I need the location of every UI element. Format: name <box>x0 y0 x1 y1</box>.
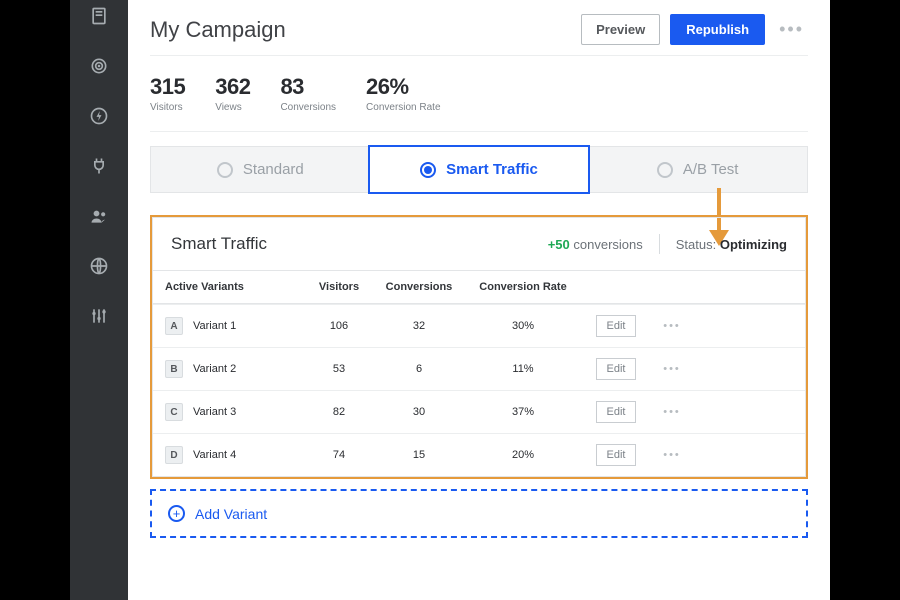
radio-icon <box>657 162 673 178</box>
plus-circle-icon: + <box>168 505 185 522</box>
stat-label: Conversion Rate <box>366 102 440 113</box>
tab-label: Standard <box>243 161 304 178</box>
col-conversions: Conversions <box>375 271 463 303</box>
stats-row: 315 Visitors 362 Views 83 Conversions 26… <box>128 56 830 131</box>
add-variant-button[interactable]: + Add Variant <box>150 489 808 538</box>
divider <box>150 131 808 132</box>
bonus-conversions: +50 conversions <box>548 237 643 252</box>
table-row: A Variant 1 106 32 30% Edit ••• <box>153 304 805 347</box>
more-icon[interactable]: ••• <box>775 19 808 40</box>
cell-conversions: 6 <box>375 353 463 385</box>
cell-conversions: 32 <box>375 310 463 342</box>
divider <box>659 234 660 254</box>
panel-title: Smart Traffic <box>171 234 267 254</box>
app-frame: My Campaign Preview Republish ••• 315 Vi… <box>70 0 830 600</box>
col-visitors: Visitors <box>303 271 375 303</box>
tab-label: Smart Traffic <box>446 161 538 178</box>
row-more-icon[interactable]: ••• <box>649 439 695 471</box>
variants-table: Active Variants Visitors Conversions Con… <box>152 271 806 477</box>
cell-visitors: 53 <box>303 353 375 385</box>
add-variant-label: Add Variant <box>195 506 267 522</box>
traffic-mode-tabs: Standard Smart Traffic A/B Test <box>128 146 830 193</box>
status-text: Status: Optimizing <box>676 237 787 252</box>
tab-ab-test[interactable]: A/B Test <box>588 147 807 192</box>
cell-visitors: 106 <box>303 310 375 342</box>
stat-visitors: 315 Visitors <box>150 74 185 113</box>
tab-smart-traffic[interactable]: Smart Traffic <box>368 145 591 194</box>
variant-letter: C <box>165 403 183 421</box>
page-icon[interactable] <box>87 4 111 28</box>
variant-name: Variant 2 <box>193 363 236 375</box>
edit-button[interactable]: Edit <box>596 358 637 380</box>
stat-value: 83 <box>280 74 336 100</box>
table-row: D Variant 4 74 15 20% Edit ••• <box>153 433 805 476</box>
bolt-icon[interactable] <box>87 104 111 128</box>
stat-value: 362 <box>215 74 250 100</box>
variant-letter: D <box>165 446 183 464</box>
stat-label: Conversions <box>280 102 336 113</box>
variant-letter: A <box>165 317 183 335</box>
stat-views: 362 Views <box>215 74 250 113</box>
cell-rate: 37% <box>463 396 583 428</box>
stat-label: Views <box>215 102 250 113</box>
variant-letter: B <box>165 360 183 378</box>
sidebar <box>70 0 128 600</box>
variant-name: Variant 1 <box>193 320 236 332</box>
row-more-icon[interactable]: ••• <box>649 310 695 342</box>
stat-conversion-rate: 26% Conversion Rate <box>366 74 440 113</box>
globe-icon[interactable] <box>87 254 111 278</box>
table-header: Active Variants Visitors Conversions Con… <box>153 271 805 304</box>
smart-traffic-panel: Smart Traffic +50 conversions Status: Op… <box>150 215 808 479</box>
col-active-variants: Active Variants <box>153 271 303 303</box>
variant-name: Variant 4 <box>193 449 236 461</box>
table-row: B Variant 2 53 6 11% Edit ••• <box>153 347 805 390</box>
edit-button[interactable]: Edit <box>596 444 637 466</box>
cell-visitors: 82 <box>303 396 375 428</box>
cell-rate: 11% <box>463 353 583 385</box>
users-icon[interactable] <box>87 204 111 228</box>
row-more-icon[interactable]: ••• <box>649 396 695 428</box>
table-row: C Variant 3 82 30 37% Edit ••• <box>153 390 805 433</box>
variant-name: Variant 3 <box>193 406 236 418</box>
republish-button[interactable]: Republish <box>670 14 765 45</box>
cell-conversions: 15 <box>375 439 463 471</box>
edit-button[interactable]: Edit <box>596 315 637 337</box>
topbar-actions: Preview Republish ••• <box>581 14 808 45</box>
tab-standard[interactable]: Standard <box>151 147 370 192</box>
stat-conversions: 83 Conversions <box>280 74 336 113</box>
stat-value: 26% <box>366 74 440 100</box>
cell-rate: 30% <box>463 310 583 342</box>
preview-button[interactable]: Preview <box>581 14 660 45</box>
cell-visitors: 74 <box>303 439 375 471</box>
cell-rate: 20% <box>463 439 583 471</box>
col-conversion-rate: Conversion Rate <box>463 271 583 303</box>
radio-icon <box>420 162 436 178</box>
tab-label: A/B Test <box>683 161 739 178</box>
cell-conversions: 30 <box>375 396 463 428</box>
topbar: My Campaign Preview Republish ••• <box>128 0 830 55</box>
panel-header: Smart Traffic +50 conversions Status: Op… <box>152 217 806 271</box>
page-title: My Campaign <box>150 17 286 43</box>
edit-button[interactable]: Edit <box>596 401 637 423</box>
main-content: My Campaign Preview Republish ••• 315 Vi… <box>128 0 830 600</box>
stat-label: Visitors <box>150 102 185 113</box>
plug-icon[interactable] <box>87 154 111 178</box>
sliders-icon[interactable] <box>87 304 111 328</box>
radio-icon <box>217 162 233 178</box>
stat-value: 315 <box>150 74 185 100</box>
row-more-icon[interactable]: ••• <box>649 353 695 385</box>
target-icon[interactable] <box>87 54 111 78</box>
